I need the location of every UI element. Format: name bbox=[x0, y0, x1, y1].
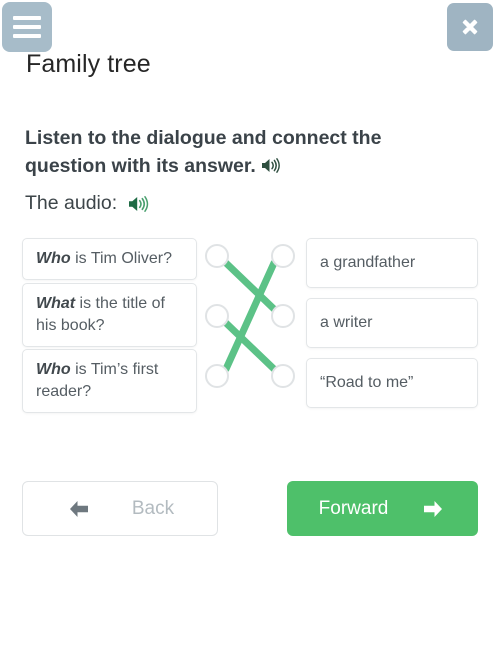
audio-label: The audio: bbox=[25, 192, 118, 214]
matching-exercise: Who is Tim Oliver? What is the title of … bbox=[0, 232, 500, 414]
instruction-label: Listen to the dialogue and connect the q… bbox=[25, 127, 382, 178]
back-button-label: Back bbox=[131, 497, 175, 519]
arrow-right-icon bbox=[424, 500, 443, 517]
hamburger-menu-icon-bar bbox=[13, 34, 41, 38]
back-button[interactable]: Back bbox=[22, 481, 218, 536]
question-connector-dot[interactable] bbox=[205, 364, 229, 388]
arrow-left-icon bbox=[69, 500, 88, 517]
audio-row: The audio: bbox=[25, 192, 149, 215]
speaker-icon[interactable] bbox=[128, 195, 149, 213]
hamburger-menu-icon bbox=[13, 16, 41, 20]
question-connector-dot[interactable] bbox=[205, 304, 229, 328]
close-button[interactable] bbox=[447, 3, 493, 51]
answer-connector-dot[interactable] bbox=[271, 364, 295, 388]
close-x-icon bbox=[462, 19, 478, 35]
answer-connector-dot[interactable] bbox=[271, 304, 295, 328]
forward-button-label: Forward bbox=[318, 497, 389, 519]
answer-connector-dot[interactable] bbox=[271, 244, 295, 268]
instruction-text: Listen to the dialogue and connect the q… bbox=[25, 124, 445, 183]
hamburger-menu-icon-bar bbox=[13, 25, 41, 29]
question-connector-dot[interactable] bbox=[205, 244, 229, 268]
menu-button[interactable] bbox=[2, 2, 52, 52]
speaker-icon[interactable] bbox=[261, 154, 280, 182]
forward-button[interactable]: Forward bbox=[287, 481, 478, 536]
connector-dots bbox=[0, 232, 500, 412]
page-title: Family tree bbox=[26, 50, 151, 78]
